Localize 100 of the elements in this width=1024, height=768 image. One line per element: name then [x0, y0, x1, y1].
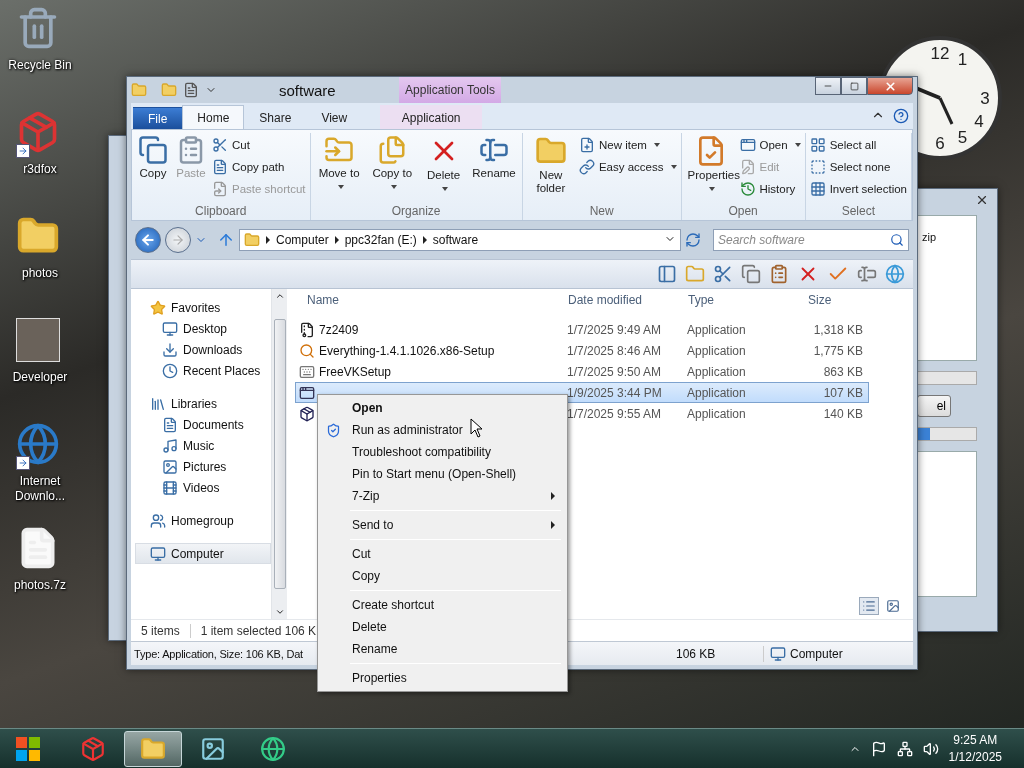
breadcrumb[interactable]: software [432, 233, 479, 247]
volume-icon [922, 740, 939, 757]
menu-item[interactable]: Rename [320, 638, 565, 660]
menu-item[interactable]: Troubleshoot compatibility [320, 441, 565, 463]
nav-item[interactable]: Pictures [135, 456, 271, 477]
nav-item[interactable]: Libraries [135, 393, 271, 414]
pen-icon [739, 158, 756, 175]
menu-item[interactable]: Send to [320, 514, 565, 536]
nav-item[interactable]: Recent Places [135, 360, 271, 381]
breadcrumb[interactable]: ppc32fan (E:) [344, 233, 417, 247]
ribbon-tab[interactable]: Share [244, 105, 307, 129]
star-icon [150, 299, 166, 316]
taskbar-button[interactable] [124, 730, 182, 767]
scissors-icon [713, 264, 733, 284]
column-header[interactable]: Name [295, 293, 556, 307]
desktop-icon-label[interactable]: Developer [2, 370, 78, 385]
ribbon-button[interactable]: Invert selection [808, 179, 908, 198]
dropdown-caret-icon [390, 184, 397, 189]
scrollbar[interactable] [271, 289, 287, 619]
menu-item[interactable]: Run as administrator [320, 419, 565, 441]
ribbon-button[interactable]: Move to [313, 133, 365, 204]
ribbon-button[interactable]: Select none [808, 157, 908, 176]
breadcrumb-arrow-icon[interactable] [334, 236, 339, 244]
desktop-icon-label[interactable]: r3dfox [2, 162, 78, 177]
address-bar[interactable]: Computer ppc32fan (E:) software [239, 229, 681, 251]
menu-item[interactable]: Copy [320, 565, 565, 587]
file-name: FreeVKSetup [319, 364, 392, 379]
date-cell-text: 1/7/2025 9:49 AM [566, 322, 663, 337]
scroll-up-icon[interactable] [274, 291, 285, 301]
ribbon-button[interactable]: Copy [135, 133, 171, 204]
close-icon [883, 79, 897, 93]
menu-item[interactable]: Pin to Start menu (Open-Shell) [320, 463, 565, 485]
ribbon-button[interactable]: New item [577, 135, 678, 154]
breadcrumb-arrow-icon[interactable] [422, 236, 427, 244]
nav-item[interactable]: Computer [135, 543, 271, 564]
menu-item[interactable]: Create shortcut [320, 594, 565, 616]
link-icon [578, 158, 595, 175]
ribbon-button[interactable]: New folder [525, 133, 576, 204]
details-view-button[interactable] [859, 597, 879, 615]
ribbon-tab[interactable]: Application [380, 105, 483, 129]
forward-button[interactable] [165, 227, 191, 253]
ribbon-button[interactable]: Rename [469, 133, 519, 204]
ribbon-button[interactable]: History [738, 179, 802, 198]
ribbon-group-label: Select [840, 204, 876, 220]
desktop-icon-label[interactable]: Recycle Bin [2, 58, 78, 73]
ribbon-button[interactable]: Open [738, 135, 802, 154]
nav-item[interactable]: Videos [135, 477, 271, 498]
download-icon [162, 341, 178, 358]
location-label: Computer [790, 646, 843, 661]
ribbon-button[interactable]: Easy access [577, 157, 678, 176]
dropdown-caret-icon [442, 186, 449, 191]
column-header[interactable]: Date modified [556, 293, 676, 307]
nav-item[interactable]: Homegroup [135, 510, 271, 531]
minimize-button[interactable] [815, 77, 841, 95]
image-icon [162, 458, 178, 475]
menu-item[interactable]: 7-Zip [320, 485, 565, 507]
folder-icon [244, 232, 260, 248]
close-button[interactable] [867, 77, 913, 95]
breadcrumb-arrow-icon[interactable] [266, 236, 270, 244]
cancel-button[interactable]: el [917, 395, 951, 417]
contextual-tab-header: Application Tools [399, 77, 501, 103]
desktop-icon-label[interactable]: photos.7z [2, 578, 78, 593]
desktop-icon-label[interactable]: photos [2, 266, 78, 281]
new-item-icon [578, 136, 595, 153]
column-header[interactable]: Type [676, 293, 796, 307]
image-icon [886, 599, 900, 613]
ribbon-button[interactable]: Copy path [211, 157, 307, 176]
size-cell-text: 140 KB [822, 406, 864, 421]
dropdown-caret-icon [794, 142, 801, 147]
ribbon-button[interactable]: Cut [211, 135, 307, 154]
ribbon-tab[interactable]: Home [182, 105, 245, 129]
flag-icon [870, 740, 887, 757]
menu-item[interactable]: Cut [320, 543, 565, 565]
file-name: Everything-1.4.1.1026.x86-Setup [319, 343, 495, 358]
ribbon-button[interactable]: Select all [808, 135, 908, 154]
nav-item[interactable]: Documents [135, 414, 271, 435]
nav-item[interactable]: Downloads [135, 339, 271, 360]
maximize-button[interactable] [841, 77, 867, 95]
column-header[interactable]: Size [796, 293, 866, 307]
ribbon-tab[interactable]: View [306, 105, 363, 129]
shield-icon [326, 422, 341, 438]
ribbon-group-label: Open [727, 204, 759, 220]
list-item-text: zip [922, 231, 937, 243]
menu-item[interactable]: Properties [320, 667, 565, 689]
close-icon[interactable] [975, 193, 989, 207]
scroll-down-icon[interactable] [274, 607, 285, 617]
desktop-icon-label[interactable]: Internet Downlo... [2, 474, 78, 504]
file-details: Type: Application, Size: 106 KB, Dat [133, 647, 303, 660]
history-icon [739, 180, 756, 197]
breadcrumb[interactable]: Computer [276, 233, 329, 247]
nav-item[interactable]: Favorites [135, 297, 271, 318]
search-field[interactable]: Search software [713, 229, 909, 251]
clock-time[interactable]: 9:25 AM [953, 731, 998, 749]
file-menu-tab[interactable]: File [133, 107, 183, 129]
nav-item[interactable]: Desktop [135, 318, 271, 339]
back-button[interactable] [135, 227, 161, 253]
ribbon-button[interactable]: Delete [419, 133, 468, 204]
clock-date[interactable]: 1/12/2025 [948, 748, 1002, 766]
nav-item[interactable]: Music [135, 435, 271, 456]
ribbon-button[interactable]: Copy to [366, 133, 418, 204]
